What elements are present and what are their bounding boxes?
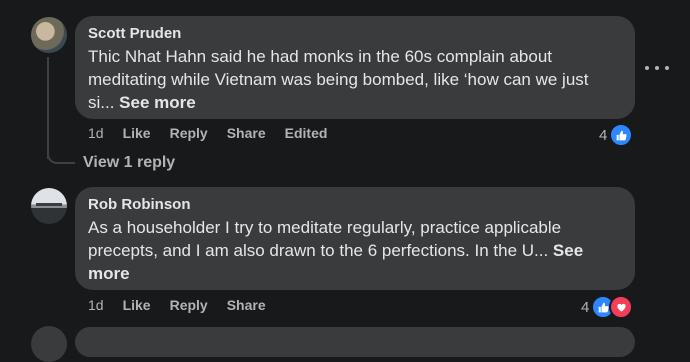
comment-actions: 1d Like Reply Share Edited [88,125,327,143]
avatar[interactable] [31,17,67,53]
like-icon [609,123,634,147]
see-more-link[interactable]: See more [119,93,196,112]
reply-button[interactable]: Reply [170,297,208,315]
comment-text: As a householder I try to meditate regul… [88,216,623,285]
comment-text-line: As a householder I try to meditate regul… [88,218,562,237]
comment-actions: 1d Like Reply Share [88,297,266,315]
more-options-button[interactable] [645,64,669,72]
love-icon [609,295,634,319]
like-button[interactable]: Like [123,125,151,143]
comment-bubble: Scott Pruden Thic Nhat Hahn said he had … [75,16,635,119]
avatar[interactable] [31,188,67,224]
view-replies-link[interactable]: View 1 reply [83,154,175,172]
reaction-count: 4 [581,298,590,316]
more-dot-icon [655,66,659,70]
see-more-link[interactable]: See [553,241,583,260]
comment-text-line: precepts, and I am also drawn to the 6 p… [88,241,553,260]
comment-author[interactable]: Rob Robinson [88,195,623,215]
avatar[interactable] [31,326,67,362]
comment-text-line: Thic Nhat Hahn said he had monks in the … [88,47,552,66]
more-dot-icon [645,66,649,70]
comment-text-line: meditating while Vietnam was being bombe… [88,70,589,89]
reaction-count: 4 [599,126,608,144]
see-more-link[interactable]: more [88,264,130,283]
timestamp[interactable]: 1d [88,297,104,315]
comment-text-line: si... [88,93,120,112]
timestamp[interactable]: 1d [88,125,104,143]
share-button[interactable]: Share [227,297,266,315]
like-button[interactable]: Like [123,297,151,315]
edited-label[interactable]: Edited [285,125,328,143]
thread-line [47,57,49,159]
comment-bubble: Rob Robinson As a householder I try to m… [75,187,635,290]
thread-elbow [47,148,75,164]
reaction-summary[interactable]: 4 [581,295,634,319]
share-button[interactable]: Share [227,125,266,143]
comment-text: Thic Nhat Hahn said he had monks in the … [88,45,623,114]
reply-button[interactable]: Reply [170,125,208,143]
reaction-summary[interactable]: 4 [599,123,634,147]
more-dot-icon [665,66,669,70]
comment-author[interactable]: Scott Pruden [88,24,623,44]
